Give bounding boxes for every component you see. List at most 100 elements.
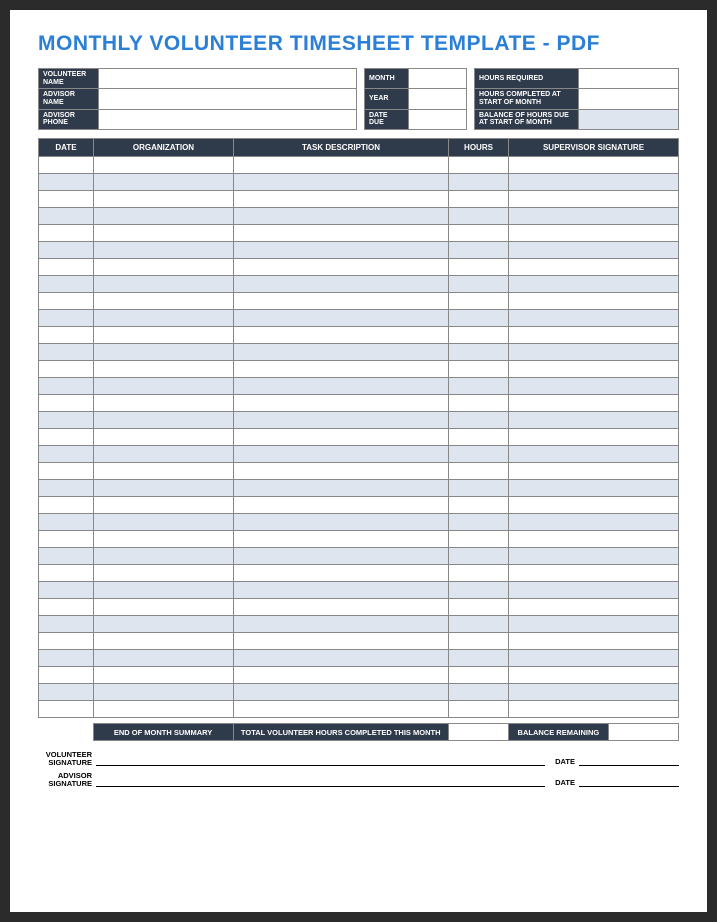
cell-org[interactable] xyxy=(94,259,234,276)
cell-sig[interactable] xyxy=(509,701,679,718)
cell-task[interactable] xyxy=(234,599,449,616)
cell-sig[interactable] xyxy=(509,378,679,395)
cell-task[interactable] xyxy=(234,497,449,514)
cell-sig[interactable] xyxy=(509,429,679,446)
cell-org[interactable] xyxy=(94,429,234,446)
cell-date[interactable] xyxy=(39,633,94,650)
cell-date[interactable] xyxy=(39,157,94,174)
cell-org[interactable] xyxy=(94,276,234,293)
cell-hours[interactable] xyxy=(449,548,509,565)
month-field[interactable] xyxy=(409,69,467,89)
cell-org[interactable] xyxy=(94,565,234,582)
cell-sig[interactable] xyxy=(509,242,679,259)
cell-date[interactable] xyxy=(39,412,94,429)
cell-task[interactable] xyxy=(234,667,449,684)
hours-completed-field[interactable] xyxy=(579,89,679,109)
cell-date[interactable] xyxy=(39,582,94,599)
cell-hours[interactable] xyxy=(449,463,509,480)
cell-task[interactable] xyxy=(234,480,449,497)
cell-task[interactable] xyxy=(234,259,449,276)
cell-org[interactable] xyxy=(94,684,234,701)
cell-hours[interactable] xyxy=(449,599,509,616)
cell-date[interactable] xyxy=(39,429,94,446)
cell-task[interactable] xyxy=(234,616,449,633)
cell-sig[interactable] xyxy=(509,684,679,701)
volunteer-signature-line[interactable] xyxy=(96,754,545,766)
cell-sig[interactable] xyxy=(509,548,679,565)
year-field[interactable] xyxy=(409,89,467,109)
cell-sig[interactable] xyxy=(509,174,679,191)
cell-date[interactable] xyxy=(39,327,94,344)
cell-sig[interactable] xyxy=(509,667,679,684)
cell-hours[interactable] xyxy=(449,327,509,344)
cell-hours[interactable] xyxy=(449,242,509,259)
cell-task[interactable] xyxy=(234,327,449,344)
cell-org[interactable] xyxy=(94,242,234,259)
cell-date[interactable] xyxy=(39,531,94,548)
date-due-field[interactable] xyxy=(409,109,467,129)
cell-task[interactable] xyxy=(234,701,449,718)
cell-task[interactable] xyxy=(234,514,449,531)
cell-hours[interactable] xyxy=(449,429,509,446)
cell-hours[interactable] xyxy=(449,310,509,327)
total-hours-field[interactable] xyxy=(448,724,508,741)
cell-hours[interactable] xyxy=(449,276,509,293)
cell-hours[interactable] xyxy=(449,650,509,667)
cell-task[interactable] xyxy=(234,429,449,446)
cell-date[interactable] xyxy=(39,395,94,412)
cell-hours[interactable] xyxy=(449,531,509,548)
cell-org[interactable] xyxy=(94,327,234,344)
cell-date[interactable] xyxy=(39,191,94,208)
cell-org[interactable] xyxy=(94,582,234,599)
cell-sig[interactable] xyxy=(509,327,679,344)
cell-hours[interactable] xyxy=(449,293,509,310)
cell-task[interactable] xyxy=(234,531,449,548)
cell-date[interactable] xyxy=(39,208,94,225)
cell-sig[interactable] xyxy=(509,616,679,633)
cell-hours[interactable] xyxy=(449,412,509,429)
cell-sig[interactable] xyxy=(509,361,679,378)
cell-date[interactable] xyxy=(39,259,94,276)
cell-org[interactable] xyxy=(94,650,234,667)
cell-task[interactable] xyxy=(234,395,449,412)
cell-hours[interactable] xyxy=(449,225,509,242)
volunteer-name-field[interactable] xyxy=(99,69,357,89)
advisor-signature-line[interactable] xyxy=(96,775,545,787)
cell-task[interactable] xyxy=(234,378,449,395)
cell-task[interactable] xyxy=(234,463,449,480)
cell-sig[interactable] xyxy=(509,599,679,616)
cell-sig[interactable] xyxy=(509,412,679,429)
cell-task[interactable] xyxy=(234,361,449,378)
cell-task[interactable] xyxy=(234,310,449,327)
cell-hours[interactable] xyxy=(449,361,509,378)
cell-sig[interactable] xyxy=(509,650,679,667)
cell-date[interactable] xyxy=(39,242,94,259)
cell-org[interactable] xyxy=(94,514,234,531)
cell-date[interactable] xyxy=(39,344,94,361)
cell-hours[interactable] xyxy=(449,259,509,276)
cell-hours[interactable] xyxy=(449,208,509,225)
cell-sig[interactable] xyxy=(509,497,679,514)
cell-sig[interactable] xyxy=(509,514,679,531)
cell-hours[interactable] xyxy=(449,480,509,497)
advisor-date-line[interactable] xyxy=(579,775,679,787)
cell-org[interactable] xyxy=(94,446,234,463)
cell-org[interactable] xyxy=(94,616,234,633)
cell-date[interactable] xyxy=(39,616,94,633)
volunteer-date-line[interactable] xyxy=(579,754,679,766)
cell-sig[interactable] xyxy=(509,259,679,276)
cell-sig[interactable] xyxy=(509,633,679,650)
cell-task[interactable] xyxy=(234,684,449,701)
cell-sig[interactable] xyxy=(509,395,679,412)
cell-org[interactable] xyxy=(94,310,234,327)
cell-hours[interactable] xyxy=(449,191,509,208)
cell-task[interactable] xyxy=(234,157,449,174)
cell-org[interactable] xyxy=(94,412,234,429)
cell-sig[interactable] xyxy=(509,565,679,582)
cell-task[interactable] xyxy=(234,242,449,259)
cell-org[interactable] xyxy=(94,157,234,174)
cell-org[interactable] xyxy=(94,667,234,684)
cell-sig[interactable] xyxy=(509,293,679,310)
cell-hours[interactable] xyxy=(449,378,509,395)
cell-sig[interactable] xyxy=(509,225,679,242)
